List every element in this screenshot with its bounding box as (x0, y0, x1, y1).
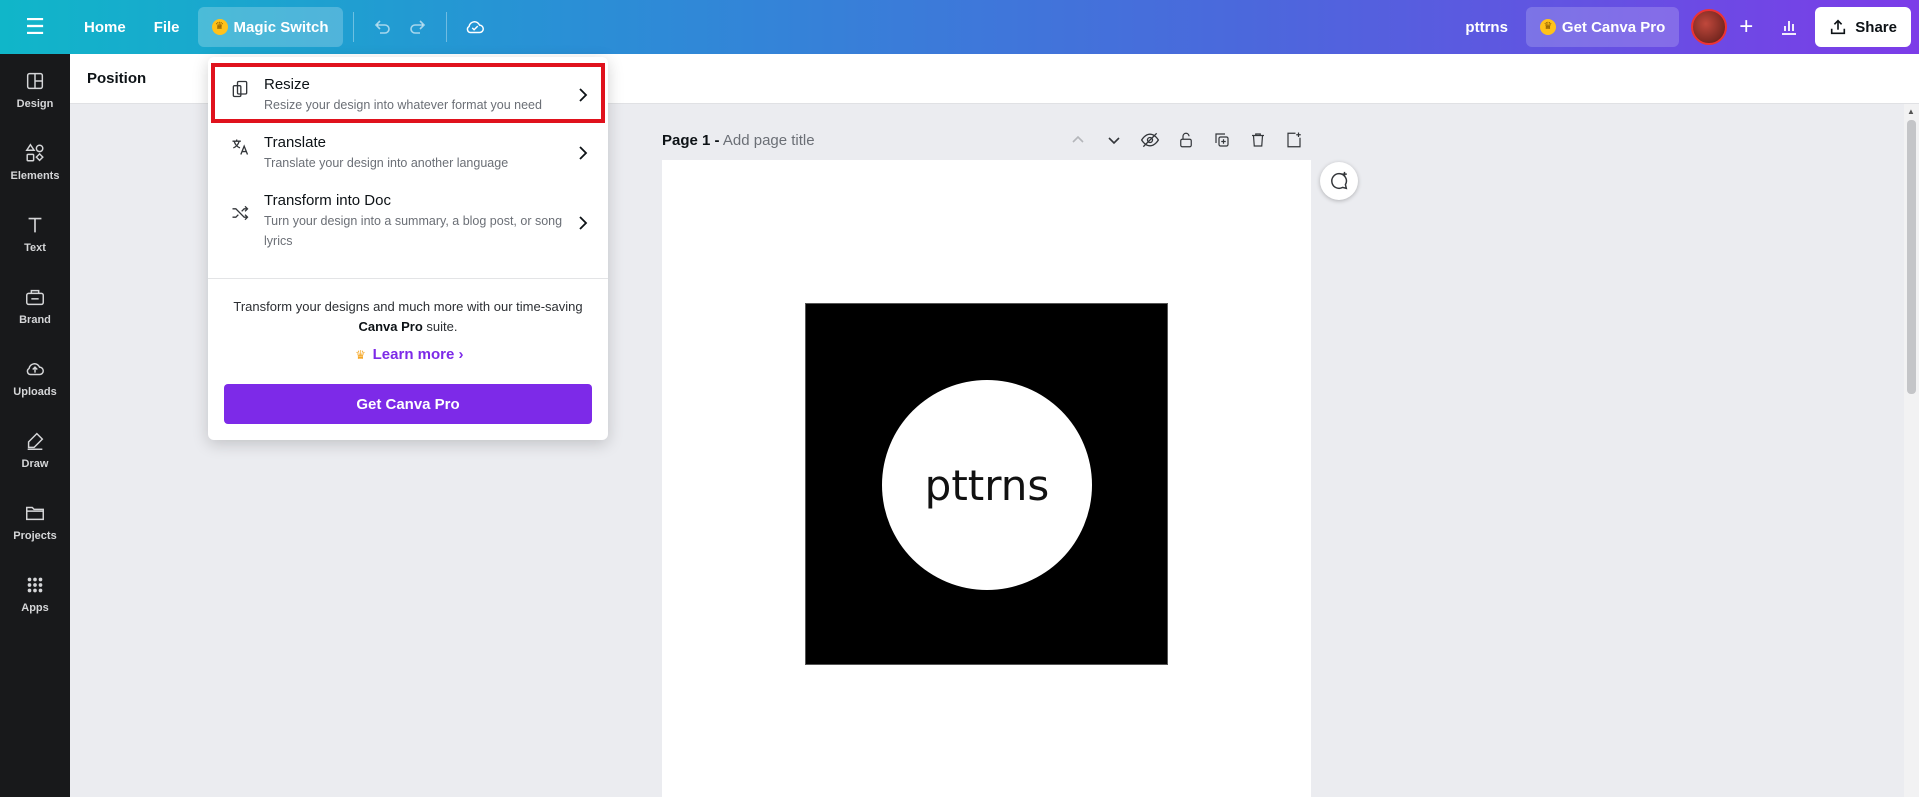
scroll-up-icon[interactable]: ▲ (1907, 107, 1915, 116)
sidebar-item-label: Projects (13, 530, 57, 542)
crown-icon: ♛ (211, 19, 228, 35)
magic-switch-label: Magic Switch (233, 18, 329, 36)
text-icon (28, 217, 42, 233)
chevron-right-icon (576, 145, 590, 166)
crown-icon: ♛ (355, 348, 366, 362)
get-canva-pro-button[interactable]: ♛ Get Canva Pro (1525, 7, 1680, 47)
page-header: Page 1 - Add page title (662, 132, 815, 149)
menu-item-title: Transform into Doc (264, 192, 391, 209)
duplicate-page-icon[interactable] (1210, 128, 1234, 152)
menu-item-description: Resize your design into whatever format … (264, 98, 542, 112)
page-number: Page 1 - (662, 132, 720, 149)
promo-text: Transform your designs and much more wit… (228, 297, 588, 337)
sidebar-item-apps[interactable]: Apps (0, 558, 70, 630)
top-bar: ☰ Home File ♛ Magic Switch pttrns ♛ Get … (0, 0, 1919, 54)
hide-page-icon[interactable] (1138, 128, 1162, 152)
folder-icon (26, 506, 44, 521)
chevron-up-icon[interactable] (1066, 128, 1090, 152)
chevron-down-icon[interactable] (1102, 128, 1126, 152)
lock-icon[interactable] (1174, 128, 1198, 152)
sidebar-item-design[interactable]: Design (0, 54, 70, 126)
sidebar-item-text[interactable]: Text (0, 198, 70, 270)
position-button[interactable]: Position (87, 70, 146, 87)
sidebar-item-label: Text (24, 242, 46, 254)
divider (445, 12, 447, 42)
share-button[interactable]: Share (1815, 7, 1911, 47)
chevron-right-icon (576, 87, 590, 108)
menu-item-translate[interactable]: Translate Translate your design into ano… (214, 133, 602, 177)
promo-brand: Canva Pro (358, 319, 423, 334)
apps-icon (27, 577, 43, 593)
chevron-right-icon (576, 215, 590, 236)
resize-icon (226, 79, 254, 99)
brand-icon (26, 289, 44, 306)
translate-icon (226, 137, 254, 157)
sidebar-item-label: Design (16, 98, 54, 110)
promo-text-1: Transform your designs and much more wit… (233, 299, 583, 314)
draw-icon (27, 432, 44, 450)
document-title[interactable]: pttrns (1447, 19, 1526, 36)
promo-text-2: suite. (426, 319, 458, 334)
chevron-right-icon: › (458, 346, 464, 363)
elements-icon (25, 143, 44, 162)
sidebar-item-label: Draw (21, 458, 49, 470)
trash-icon[interactable] (1246, 128, 1270, 152)
upload-icon (1831, 19, 1846, 35)
page-title-input[interactable]: Add page title (723, 132, 815, 149)
home-button[interactable]: Home (70, 7, 140, 47)
scrollbar-thumb[interactable] (1907, 120, 1916, 394)
upload-icon (26, 363, 44, 376)
top-bar-right: pttrns ♛ Get Canva Pro + Share (1447, 0, 1919, 54)
sidebar-item-projects[interactable]: Projects (0, 486, 70, 558)
get-pro-label: Get Canva Pro (1561, 18, 1666, 36)
avatar[interactable] (1691, 9, 1728, 45)
cloud-saved-icon[interactable] (457, 7, 493, 47)
sidebar-item-label: Apps (21, 602, 49, 614)
side-rail: Design Elements Text Brand Uploads Draw … (0, 54, 70, 797)
undo-icon[interactable] (364, 7, 400, 47)
learn-more-label: Learn more (372, 346, 455, 363)
divider (352, 12, 354, 42)
artwork-text[interactable]: pttrns (925, 461, 1050, 510)
menu-icon[interactable]: ☰ (0, 0, 70, 54)
menu-item-description: Translate your design into another langu… (264, 156, 509, 170)
sidebar-item-label: Brand (19, 314, 51, 326)
menu-item-title: Translate (264, 134, 326, 151)
sidebar-item-draw[interactable]: Draw (0, 414, 70, 486)
sidebar-item-brand[interactable]: Brand (0, 270, 70, 342)
insights-icon[interactable] (1769, 7, 1809, 47)
plus-icon[interactable]: + (1729, 10, 1763, 44)
sidebar-item-uploads[interactable]: Uploads (0, 342, 70, 414)
menu-item-description: Turn your design into a summary, a blog … (264, 214, 563, 248)
redo-icon[interactable] (400, 7, 436, 47)
crown-icon: ♛ (1539, 19, 1556, 35)
comment-add-icon (1331, 171, 1348, 190)
add-page-icon[interactable] (1282, 128, 1306, 152)
share-label: Share (1855, 18, 1897, 36)
menu-item-transform-into-doc[interactable]: Transform into Doc Turn your design into… (214, 191, 602, 255)
sidebar-item-label: Elements (10, 170, 60, 182)
shuffle-icon (226, 203, 254, 223)
design-artwork[interactable]: pttrns (805, 303, 1168, 665)
magic-switch-menu: Resize Resize your design into whatever … (208, 57, 608, 440)
page-tools (1066, 128, 1306, 152)
menu-item-resize[interactable]: Resize Resize your design into whatever … (214, 75, 602, 119)
magic-switch-button[interactable]: ♛ Magic Switch (197, 7, 343, 47)
sidebar-item-elements[interactable]: Elements (0, 126, 70, 198)
add-comment-button[interactable] (1320, 162, 1358, 200)
file-button[interactable]: File (140, 7, 194, 47)
menu-divider (208, 278, 608, 279)
learn-more-link[interactable]: ♛ Learn more › (208, 346, 608, 363)
sidebar-item-label: Uploads (13, 386, 57, 398)
menu-item-title: Resize (264, 76, 310, 93)
get-canva-pro-menu-button[interactable]: Get Canva Pro (224, 384, 592, 424)
design-icon (26, 72, 44, 90)
artwork-circle[interactable]: pttrns (882, 380, 1092, 590)
